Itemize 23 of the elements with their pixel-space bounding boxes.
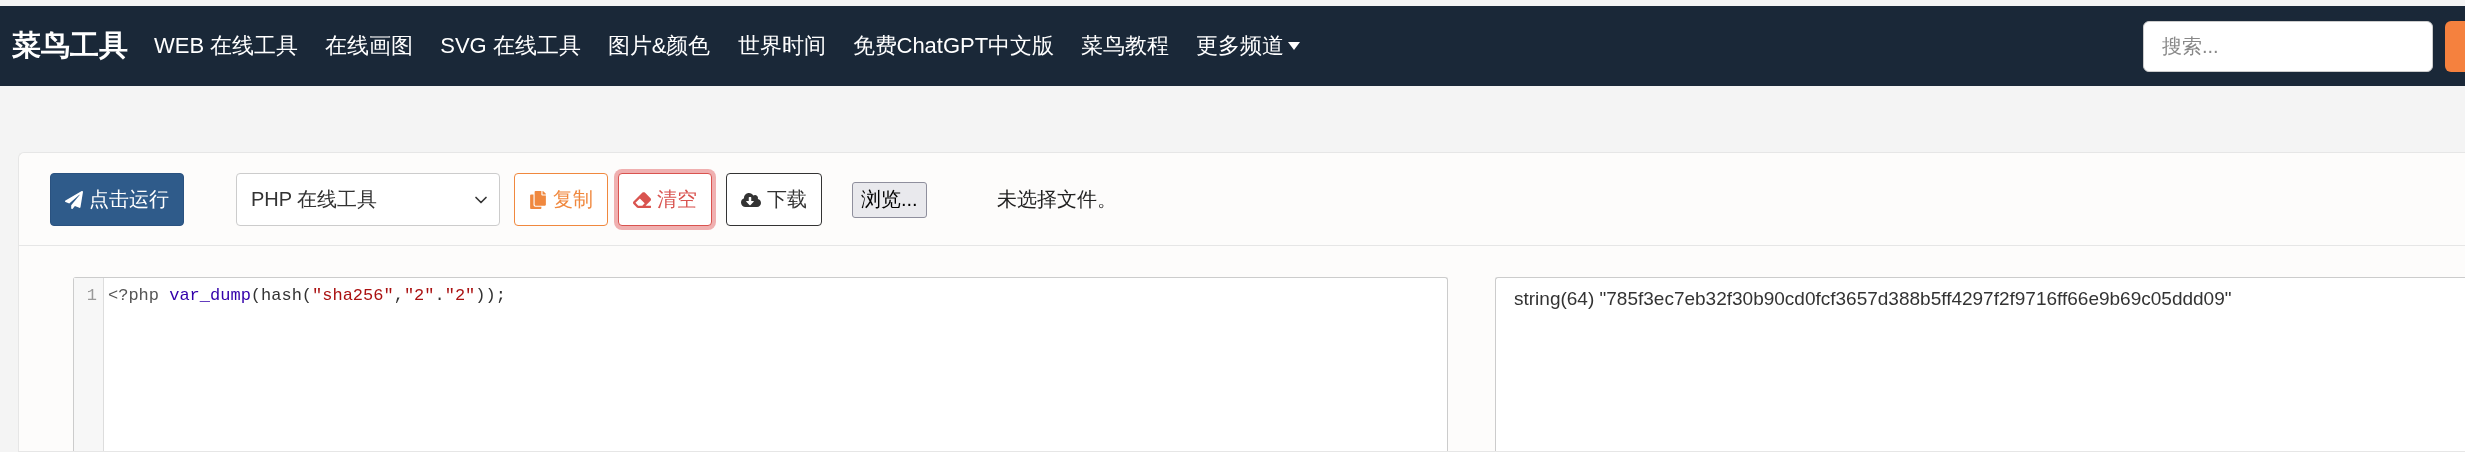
run-button[interactable]: 点击运行 <box>50 173 184 226</box>
copy-icon <box>529 190 547 209</box>
output-text: string(64) "785f3ec7eb32f30b90cd0fcf3657d388b5ff4297f2f9716ff66e9b69c05ddd09" <box>1514 288 2232 309</box>
nav-link[interactable]: WEB 在线工具 <box>154 31 299 61</box>
browse-button[interactable]: 浏览... <box>852 181 927 218</box>
caret-icon <box>1288 42 1301 50</box>
nav-link[interactable]: SVG 在线工具 <box>440 31 581 61</box>
site-logo[interactable]: 菜鸟工具 <box>12 26 128 66</box>
language-select[interactable]: PHP 在线工具 <box>236 173 500 226</box>
eraser-icon <box>633 190 651 209</box>
line-number: 1 <box>86 285 98 307</box>
nav-link[interactable]: 世界时间 <box>737 31 826 61</box>
code-editor[interactable]: 1 <?php var_dump(hash("sha256","2"."2")); <box>73 277 1448 451</box>
nav-link[interactable]: 在线画图 <box>325 31 414 61</box>
nav-link[interactable]: 菜鸟教程 <box>1081 31 1170 61</box>
search-field[interactable]: 搜索... <box>2143 20 2433 72</box>
code-line: <?php var_dump(hash("sha256","2"."2")); <box>108 285 506 307</box>
file-status: 未选择文件。 <box>996 187 1117 212</box>
paper-plane-icon <box>65 190 83 209</box>
nav-link[interactable]: 图片&颜色 <box>607 31 711 61</box>
more-channels-menu[interactable]: 更多频道 <box>1196 31 1301 61</box>
download-button[interactable]: 下载 <box>726 173 822 226</box>
nav-link[interactable]: 免费ChatGPT中文版 <box>852 31 1055 61</box>
